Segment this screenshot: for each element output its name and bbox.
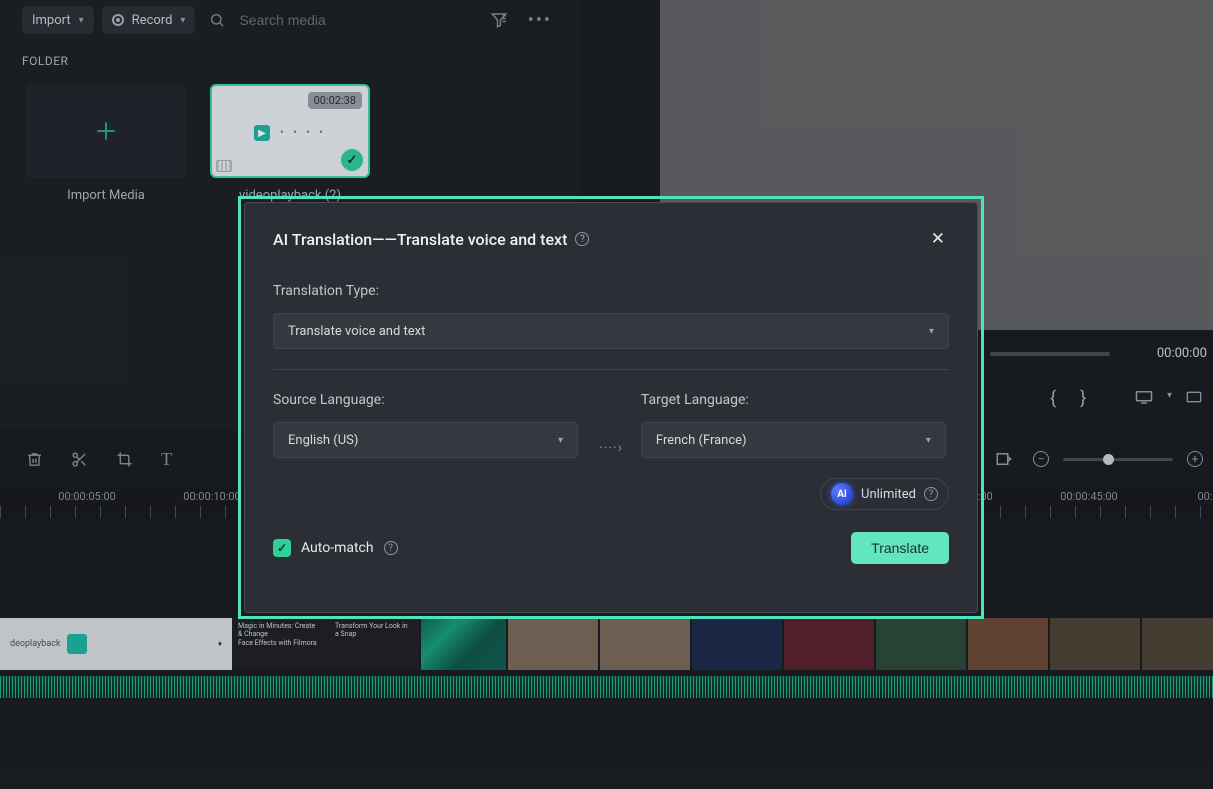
zoom-in-icon[interactable]: +: [1187, 451, 1203, 467]
video-track[interactable]: deoplayback ♦ Magic in Minutes: Create &…: [0, 614, 1213, 674]
filter-icon[interactable]: [484, 7, 514, 33]
import-button[interactable]: Import ▾: [22, 6, 94, 34]
ruler-label: 00:00:05:00: [58, 490, 115, 503]
check-icon: ✓: [341, 149, 363, 171]
zoom-out-icon[interactable]: −: [1033, 451, 1049, 467]
track-clip-intro[interactable]: deoplayback ♦: [0, 618, 232, 670]
chevron-down-icon: ▾: [79, 15, 84, 26]
display-settings-icon[interactable]: [1135, 390, 1153, 404]
ai-translation-modal: AI Translation——Translate voice and text…: [244, 202, 978, 613]
app-root: Import ▾ Record ▾ ••• FOLDER: [0, 0, 1213, 789]
trash-icon[interactable]: [26, 451, 43, 468]
marker-end-icon[interactable]: [995, 451, 1013, 467]
folder-section-label: FOLDER: [0, 40, 580, 76]
divider: [273, 369, 949, 370]
mark-in-icon[interactable]: {: [1050, 388, 1056, 409]
translation-type-value: Translate voice and text: [288, 324, 425, 339]
unlimited-label: Unlimited: [861, 487, 916, 502]
translation-type-select[interactable]: Translate voice and text ▾: [273, 313, 949, 349]
ruler-label: 00:00:10:00: [183, 490, 240, 503]
chevron-down-icon: ▾: [929, 326, 934, 337]
source-language-value: English (US): [288, 433, 358, 448]
source-language-label: Source Language:: [273, 392, 581, 408]
scissors-icon[interactable]: [71, 451, 88, 468]
modal-title: AI Translation——Translate voice and text: [273, 230, 567, 249]
clip-overlay-text: Face Effects with Filmora: [238, 639, 321, 647]
check-icon: ✓: [273, 539, 291, 557]
chevron-down-icon[interactable]: ▾: [1167, 390, 1172, 404]
clip-chip-icon: [216, 160, 232, 172]
preview-progress-track[interactable]: [990, 352, 1110, 356]
audio-track[interactable]: [0, 676, 1213, 698]
chevron-down-icon: ▾: [558, 435, 563, 446]
target-language-value: French (France): [656, 433, 747, 448]
zoom-slider[interactable]: [1063, 458, 1173, 461]
auto-match-label: Auto-match: [301, 540, 374, 556]
clip-overlay-text: ♦: [218, 639, 222, 648]
mark-out-icon[interactable]: }: [1080, 388, 1086, 409]
ai-icon: AI: [831, 483, 853, 505]
help-icon[interactable]: ?: [575, 232, 589, 246]
record-label: Record: [132, 13, 173, 28]
plus-icon: [93, 118, 119, 144]
media-clip[interactable]: 00:02:38 ▶ • • • • ✓ videoplayback (2): [210, 84, 370, 203]
mark-brackets: { }: [1050, 388, 1086, 409]
search-icon: [203, 8, 231, 32]
source-language-select[interactable]: English (US) ▾: [273, 422, 578, 458]
clip-overlay-text: Magic in Minutes: Create & Change: [238, 622, 321, 639]
chevron-down-icon: ▾: [180, 15, 185, 26]
translate-button[interactable]: Translate: [851, 532, 949, 564]
import-label: Import: [32, 13, 71, 28]
chevron-down-icon: ▾: [926, 435, 931, 446]
target-language-label: Target Language:: [641, 392, 949, 408]
filmora-logo-icon: ▶: [254, 125, 270, 141]
target-language-select[interactable]: French (France) ▾: [641, 422, 946, 458]
timeline-bottom-pad: [0, 700, 1213, 789]
record-button[interactable]: Record ▾: [102, 6, 196, 34]
translation-type-label: Translation Type:: [273, 283, 949, 299]
auto-match-checkbox[interactable]: ✓ Auto-match ?: [273, 539, 398, 557]
ruler-label: 00:00:45:00: [1060, 490, 1117, 503]
unlimited-badge: AI Unlimited ?: [820, 478, 949, 510]
ai-translation-modal-highlight: AI Translation——Translate voice and text…: [238, 196, 984, 619]
more-icon[interactable]: •••: [522, 6, 558, 35]
close-icon[interactable]: ✕: [927, 225, 949, 253]
help-icon[interactable]: ?: [924, 487, 938, 501]
fullscreen-icon[interactable]: [1186, 390, 1202, 404]
media-toolbar: Import ▾ Record ▾ •••: [0, 0, 580, 40]
track-clip-main[interactable]: Magic in Minutes: Create & Change Face E…: [232, 618, 1213, 670]
text-icon[interactable]: T: [161, 449, 172, 470]
arrow-right-icon: ····›: [599, 440, 623, 456]
clip-duration-badge: 00:02:38: [308, 92, 362, 109]
media-grid: Import Media 00:02:38 ▶ • • • • ✓ videop…: [0, 76, 580, 211]
record-icon: [112, 14, 124, 26]
crop-icon[interactable]: [116, 451, 133, 468]
import-media-tile[interactable]: Import Media: [26, 84, 186, 203]
clip-thumb-decor: • • • •: [280, 125, 326, 139]
clip-overlay-text: Transform Your Look in a Snap: [335, 622, 413, 639]
help-icon[interactable]: ?: [384, 541, 398, 555]
import-media-label: Import Media: [26, 188, 186, 203]
search-input[interactable]: [239, 12, 379, 28]
preview-timecode: 00:00:00: [1157, 346, 1207, 361]
ruler-label: 00:: [1197, 490, 1212, 503]
filmora-logo-icon: [67, 634, 87, 654]
